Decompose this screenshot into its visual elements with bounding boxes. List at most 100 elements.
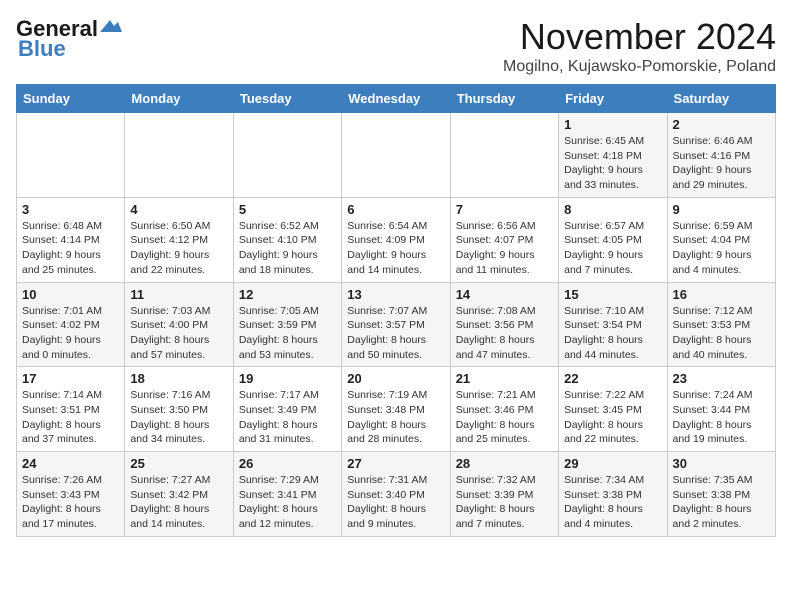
table-row: 1 Sunrise: 6:45 AM Sunset: 4:18 PM Daylig… <box>559 113 667 198</box>
day-info: Sunrise: 7:24 AM Sunset: 3:44 PM Dayligh… <box>673 388 770 447</box>
day-number: 19 <box>239 371 336 386</box>
table-row: 6 Sunrise: 6:54 AM Sunset: 4:09 PM Daylig… <box>342 197 450 282</box>
calendar-body: 1 Sunrise: 6:45 AM Sunset: 4:18 PM Daylig… <box>17 113 776 537</box>
table-row: 16Sunrise: 7:12 AM Sunset: 3:53 PM Dayli… <box>667 282 775 367</box>
table-row: 15Sunrise: 7:10 AM Sunset: 3:54 PM Dayli… <box>559 282 667 367</box>
day-info: Sunrise: 7:26 AM Sunset: 3:43 PM Dayligh… <box>22 473 119 532</box>
header-friday: Friday <box>559 85 667 113</box>
day-number: 1 <box>564 117 661 132</box>
table-row <box>450 113 558 198</box>
header-thursday: Thursday <box>450 85 558 113</box>
day-info: Sunrise: 6:59 AM Sunset: 4:04 PM Dayligh… <box>673 219 770 278</box>
table-row: 23 Sunrise: 7:24 AM Sunset: 3:44 PM Dayli… <box>667 367 775 452</box>
logo-bird-icon <box>100 18 122 34</box>
table-row: 28 Sunrise: 7:32 AM Sunset: 3:39 PM Dayli… <box>450 452 558 537</box>
table-row: 2 Sunrise: 6:46 AM Sunset: 4:16 PM Daylig… <box>667 113 775 198</box>
table-row: 4Sunrise: 6:50 AM Sunset: 4:12 PM Daylig… <box>125 197 233 282</box>
table-row: 19 Sunrise: 7:17 AM Sunset: 3:49 PM Dayli… <box>233 367 341 452</box>
table-row: 21 Sunrise: 7:21 AM Sunset: 3:46 PM Dayli… <box>450 367 558 452</box>
calendar-header: Sunday Monday Tuesday Wednesday Thursday… <box>17 85 776 113</box>
day-number: 8 <box>564 202 661 217</box>
day-info: Sunrise: 7:35 AM Sunset: 3:38 PM Dayligh… <box>673 473 770 532</box>
day-number: 5 <box>239 202 336 217</box>
day-info: Sunrise: 7:10 AM Sunset: 3:54 PM Dayligh… <box>564 304 661 363</box>
day-number: 22 <box>564 371 661 386</box>
day-number: 25 <box>130 456 227 471</box>
table-row: 8 Sunrise: 6:57 AM Sunset: 4:05 PM Daylig… <box>559 197 667 282</box>
day-number: 7 <box>456 202 553 217</box>
day-info: Sunrise: 7:34 AM Sunset: 3:38 PM Dayligh… <box>564 473 661 532</box>
table-row <box>233 113 341 198</box>
day-info: Sunrise: 7:16 AM Sunset: 3:50 PM Dayligh… <box>130 388 227 447</box>
day-number: 17 <box>22 371 119 386</box>
day-number: 13 <box>347 287 444 302</box>
day-info: Sunrise: 6:46 AM Sunset: 4:16 PM Dayligh… <box>673 134 770 193</box>
table-row: 12Sunrise: 7:05 AM Sunset: 3:59 PM Dayli… <box>233 282 341 367</box>
day-info: Sunrise: 7:21 AM Sunset: 3:46 PM Dayligh… <box>456 388 553 447</box>
day-number: 12 <box>239 287 336 302</box>
day-info: Sunrise: 7:27 AM Sunset: 3:42 PM Dayligh… <box>130 473 227 532</box>
table-row <box>125 113 233 198</box>
table-row: 30Sunrise: 7:35 AM Sunset: 3:38 PM Dayli… <box>667 452 775 537</box>
table-row: 18 Sunrise: 7:16 AM Sunset: 3:50 PM Dayli… <box>125 367 233 452</box>
table-row: 10 Sunrise: 7:01 AM Sunset: 4:02 PM Dayli… <box>17 282 125 367</box>
table-row <box>342 113 450 198</box>
day-number: 20 <box>347 371 444 386</box>
day-info: Sunrise: 7:32 AM Sunset: 3:39 PM Dayligh… <box>456 473 553 532</box>
header: General Blue November 2024 Mogilno, Kuja… <box>16 16 776 76</box>
header-monday: Monday <box>125 85 233 113</box>
day-number: 11 <box>130 287 227 302</box>
month-title: November 2024 <box>503 16 776 58</box>
day-info: Sunrise: 7:19 AM Sunset: 3:48 PM Dayligh… <box>347 388 444 447</box>
table-row: 22Sunrise: 7:22 AM Sunset: 3:45 PM Dayli… <box>559 367 667 452</box>
day-number: 6 <box>347 202 444 217</box>
day-number: 27 <box>347 456 444 471</box>
day-number: 10 <box>22 287 119 302</box>
logo-blue: Blue <box>16 36 66 62</box>
day-info: Sunrise: 6:50 AM Sunset: 4:12 PM Dayligh… <box>130 219 227 278</box>
day-number: 21 <box>456 371 553 386</box>
table-row: 20 Sunrise: 7:19 AM Sunset: 3:48 PM Dayli… <box>342 367 450 452</box>
table-row: 27 Sunrise: 7:31 AM Sunset: 3:40 PM Dayli… <box>342 452 450 537</box>
day-info: Sunrise: 7:08 AM Sunset: 3:56 PM Dayligh… <box>456 304 553 363</box>
logo: General Blue <box>16 16 122 62</box>
day-number: 9 <box>673 202 770 217</box>
day-number: 16 <box>673 287 770 302</box>
location: Mogilno, Kujawsko-Pomorskie, Poland <box>503 58 776 76</box>
day-info: Sunrise: 7:17 AM Sunset: 3:49 PM Dayligh… <box>239 388 336 447</box>
header-saturday: Saturday <box>667 85 775 113</box>
table-row: 5Sunrise: 6:52 AM Sunset: 4:10 PM Daylig… <box>233 197 341 282</box>
header-wednesday: Wednesday <box>342 85 450 113</box>
table-row: 9 Sunrise: 6:59 AM Sunset: 4:04 PM Daylig… <box>667 197 775 282</box>
header-sunday: Sunday <box>17 85 125 113</box>
day-number: 28 <box>456 456 553 471</box>
day-info: Sunrise: 7:07 AM Sunset: 3:57 PM Dayligh… <box>347 304 444 363</box>
header-tuesday: Tuesday <box>233 85 341 113</box>
table-row: 3Sunrise: 6:48 AM Sunset: 4:14 PM Daylig… <box>17 197 125 282</box>
title-block: November 2024 Mogilno, Kujawsko-Pomorski… <box>503 16 776 76</box>
table-row: 24Sunrise: 7:26 AM Sunset: 3:43 PM Dayli… <box>17 452 125 537</box>
day-number: 18 <box>130 371 227 386</box>
table-row: 14 Sunrise: 7:08 AM Sunset: 3:56 PM Dayli… <box>450 282 558 367</box>
day-info: Sunrise: 6:54 AM Sunset: 4:09 PM Dayligh… <box>347 219 444 278</box>
day-info: Sunrise: 6:57 AM Sunset: 4:05 PM Dayligh… <box>564 219 661 278</box>
day-info: Sunrise: 7:03 AM Sunset: 4:00 PM Dayligh… <box>130 304 227 363</box>
day-info: Sunrise: 6:48 AM Sunset: 4:14 PM Dayligh… <box>22 219 119 278</box>
day-info: Sunrise: 6:45 AM Sunset: 4:18 PM Dayligh… <box>564 134 661 193</box>
day-number: 23 <box>673 371 770 386</box>
day-number: 14 <box>456 287 553 302</box>
calendar-table: Sunday Monday Tuesday Wednesday Thursday… <box>16 84 776 537</box>
day-number: 2 <box>673 117 770 132</box>
day-number: 29 <box>564 456 661 471</box>
table-row: 7 Sunrise: 6:56 AM Sunset: 4:07 PM Daylig… <box>450 197 558 282</box>
day-info: Sunrise: 6:56 AM Sunset: 4:07 PM Dayligh… <box>456 219 553 278</box>
day-info: Sunrise: 7:14 AM Sunset: 3:51 PM Dayligh… <box>22 388 119 447</box>
table-row: 26Sunrise: 7:29 AM Sunset: 3:41 PM Dayli… <box>233 452 341 537</box>
table-row: 11 Sunrise: 7:03 AM Sunset: 4:00 PM Dayli… <box>125 282 233 367</box>
table-row <box>17 113 125 198</box>
day-info: Sunrise: 7:01 AM Sunset: 4:02 PM Dayligh… <box>22 304 119 363</box>
table-row: 25 Sunrise: 7:27 AM Sunset: 3:42 PM Dayli… <box>125 452 233 537</box>
table-row: 17 Sunrise: 7:14 AM Sunset: 3:51 PM Dayli… <box>17 367 125 452</box>
day-info: Sunrise: 7:31 AM Sunset: 3:40 PM Dayligh… <box>347 473 444 532</box>
table-row: 13 Sunrise: 7:07 AM Sunset: 3:57 PM Dayli… <box>342 282 450 367</box>
